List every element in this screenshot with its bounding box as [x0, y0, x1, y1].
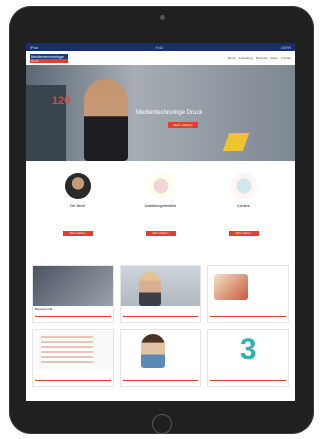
card-image [120, 330, 201, 370]
card-title [208, 306, 288, 316]
feature-label: Ausbildungsbetriebe [144, 204, 177, 208]
feature-beruf: Der Beruf Mehr erfahren [48, 173, 108, 236]
card-person-image [140, 334, 165, 368]
status-battery: 100% [280, 44, 291, 50]
feature-text [220, 210, 268, 228]
feature-karriere: Karriere Mehr erfahren [214, 173, 274, 236]
news-card[interactable] [119, 329, 202, 387]
card-image: 3 [208, 330, 288, 370]
card-divider [122, 316, 199, 317]
card-title [33, 370, 113, 380]
card-title [121, 306, 201, 316]
home-button-icon[interactable] [152, 414, 172, 434]
feature-ausbildung-button[interactable]: Mehr erfahren [145, 231, 176, 236]
camera-icon [160, 15, 165, 20]
hero-banner: 120 Medientechnologe Druck Mehr erfahren [26, 65, 295, 161]
card-title: Berufsporträt [35, 307, 53, 311]
card-image [120, 266, 201, 306]
news-card[interactable] [207, 265, 289, 323]
menu-item-ausbildung[interactable]: Ausbildung [238, 56, 253, 60]
feature-row: Der Beruf Mehr erfahren Ausbildungsbetri… [26, 173, 295, 236]
hero-cta-button[interactable]: Mehr erfahren [168, 122, 198, 128]
ipad-screen: iPad 9:41 100% Medientechnologe Druck Be… [26, 43, 295, 401]
news-card[interactable]: Berufsporträt [32, 265, 114, 323]
feature-text [137, 210, 185, 228]
site-logo[interactable]: Medientechnologe Druck [30, 53, 68, 63]
card-divider [35, 380, 111, 381]
card-title [208, 370, 288, 380]
card-divider [210, 380, 286, 381]
menu-item-kontakt[interactable]: Kontakt [281, 56, 291, 60]
main-menu: Beruf Ausbildung Betriebe News Kontakt [228, 56, 291, 60]
feature-karriere-button[interactable]: Mehr erfahren [228, 231, 259, 236]
feature-ausbildung: Ausbildungsbetriebe Mehr erfahren [131, 173, 191, 236]
feature-beruf-image[interactable] [64, 173, 91, 199]
card-image [33, 266, 113, 306]
card-product-image [214, 274, 249, 300]
news-card[interactable] [32, 329, 114, 387]
hero-yellow-part [222, 133, 250, 151]
status-bar: iPad 9:41 100% [26, 43, 295, 51]
hero-title: Medientechnologe Druck [136, 110, 203, 116]
card-person-image [138, 272, 161, 306]
card-divider [122, 380, 199, 381]
feature-label: Karriere [237, 204, 250, 208]
logo-bottom: Druck [30, 58, 68, 63]
hero-person-image [84, 79, 128, 161]
feature-text [54, 210, 102, 228]
feature-label: Der Beruf [70, 204, 85, 208]
feature-ausbildung-image[interactable] [147, 173, 174, 199]
menu-item-news[interactable]: News [270, 56, 278, 60]
menu-item-beruf[interactable]: Beruf [228, 56, 235, 60]
hero-machine-number: 120 [52, 95, 71, 107]
status-carrier: iPad [30, 44, 39, 50]
menu-item-betriebe[interactable]: Betriebe [256, 56, 267, 60]
news-card[interactable] [119, 265, 202, 323]
card-image [33, 330, 113, 370]
card-image [208, 266, 288, 306]
feature-karriere-image[interactable] [230, 173, 257, 199]
card-number-graphic: 3 [239, 333, 257, 366]
status-time: 9:41 [155, 44, 164, 50]
card-document-image [41, 336, 93, 366]
news-card-grid: Berufsporträt 3 [32, 265, 289, 387]
news-card[interactable]: 3 [207, 329, 289, 387]
site-header: Medientechnologe Druck Beruf Ausbildung … [26, 51, 295, 65]
feature-beruf-button[interactable]: Mehr erfahren [62, 231, 93, 236]
card-divider [210, 316, 286, 317]
card-divider [35, 316, 111, 317]
card-title [121, 370, 201, 380]
